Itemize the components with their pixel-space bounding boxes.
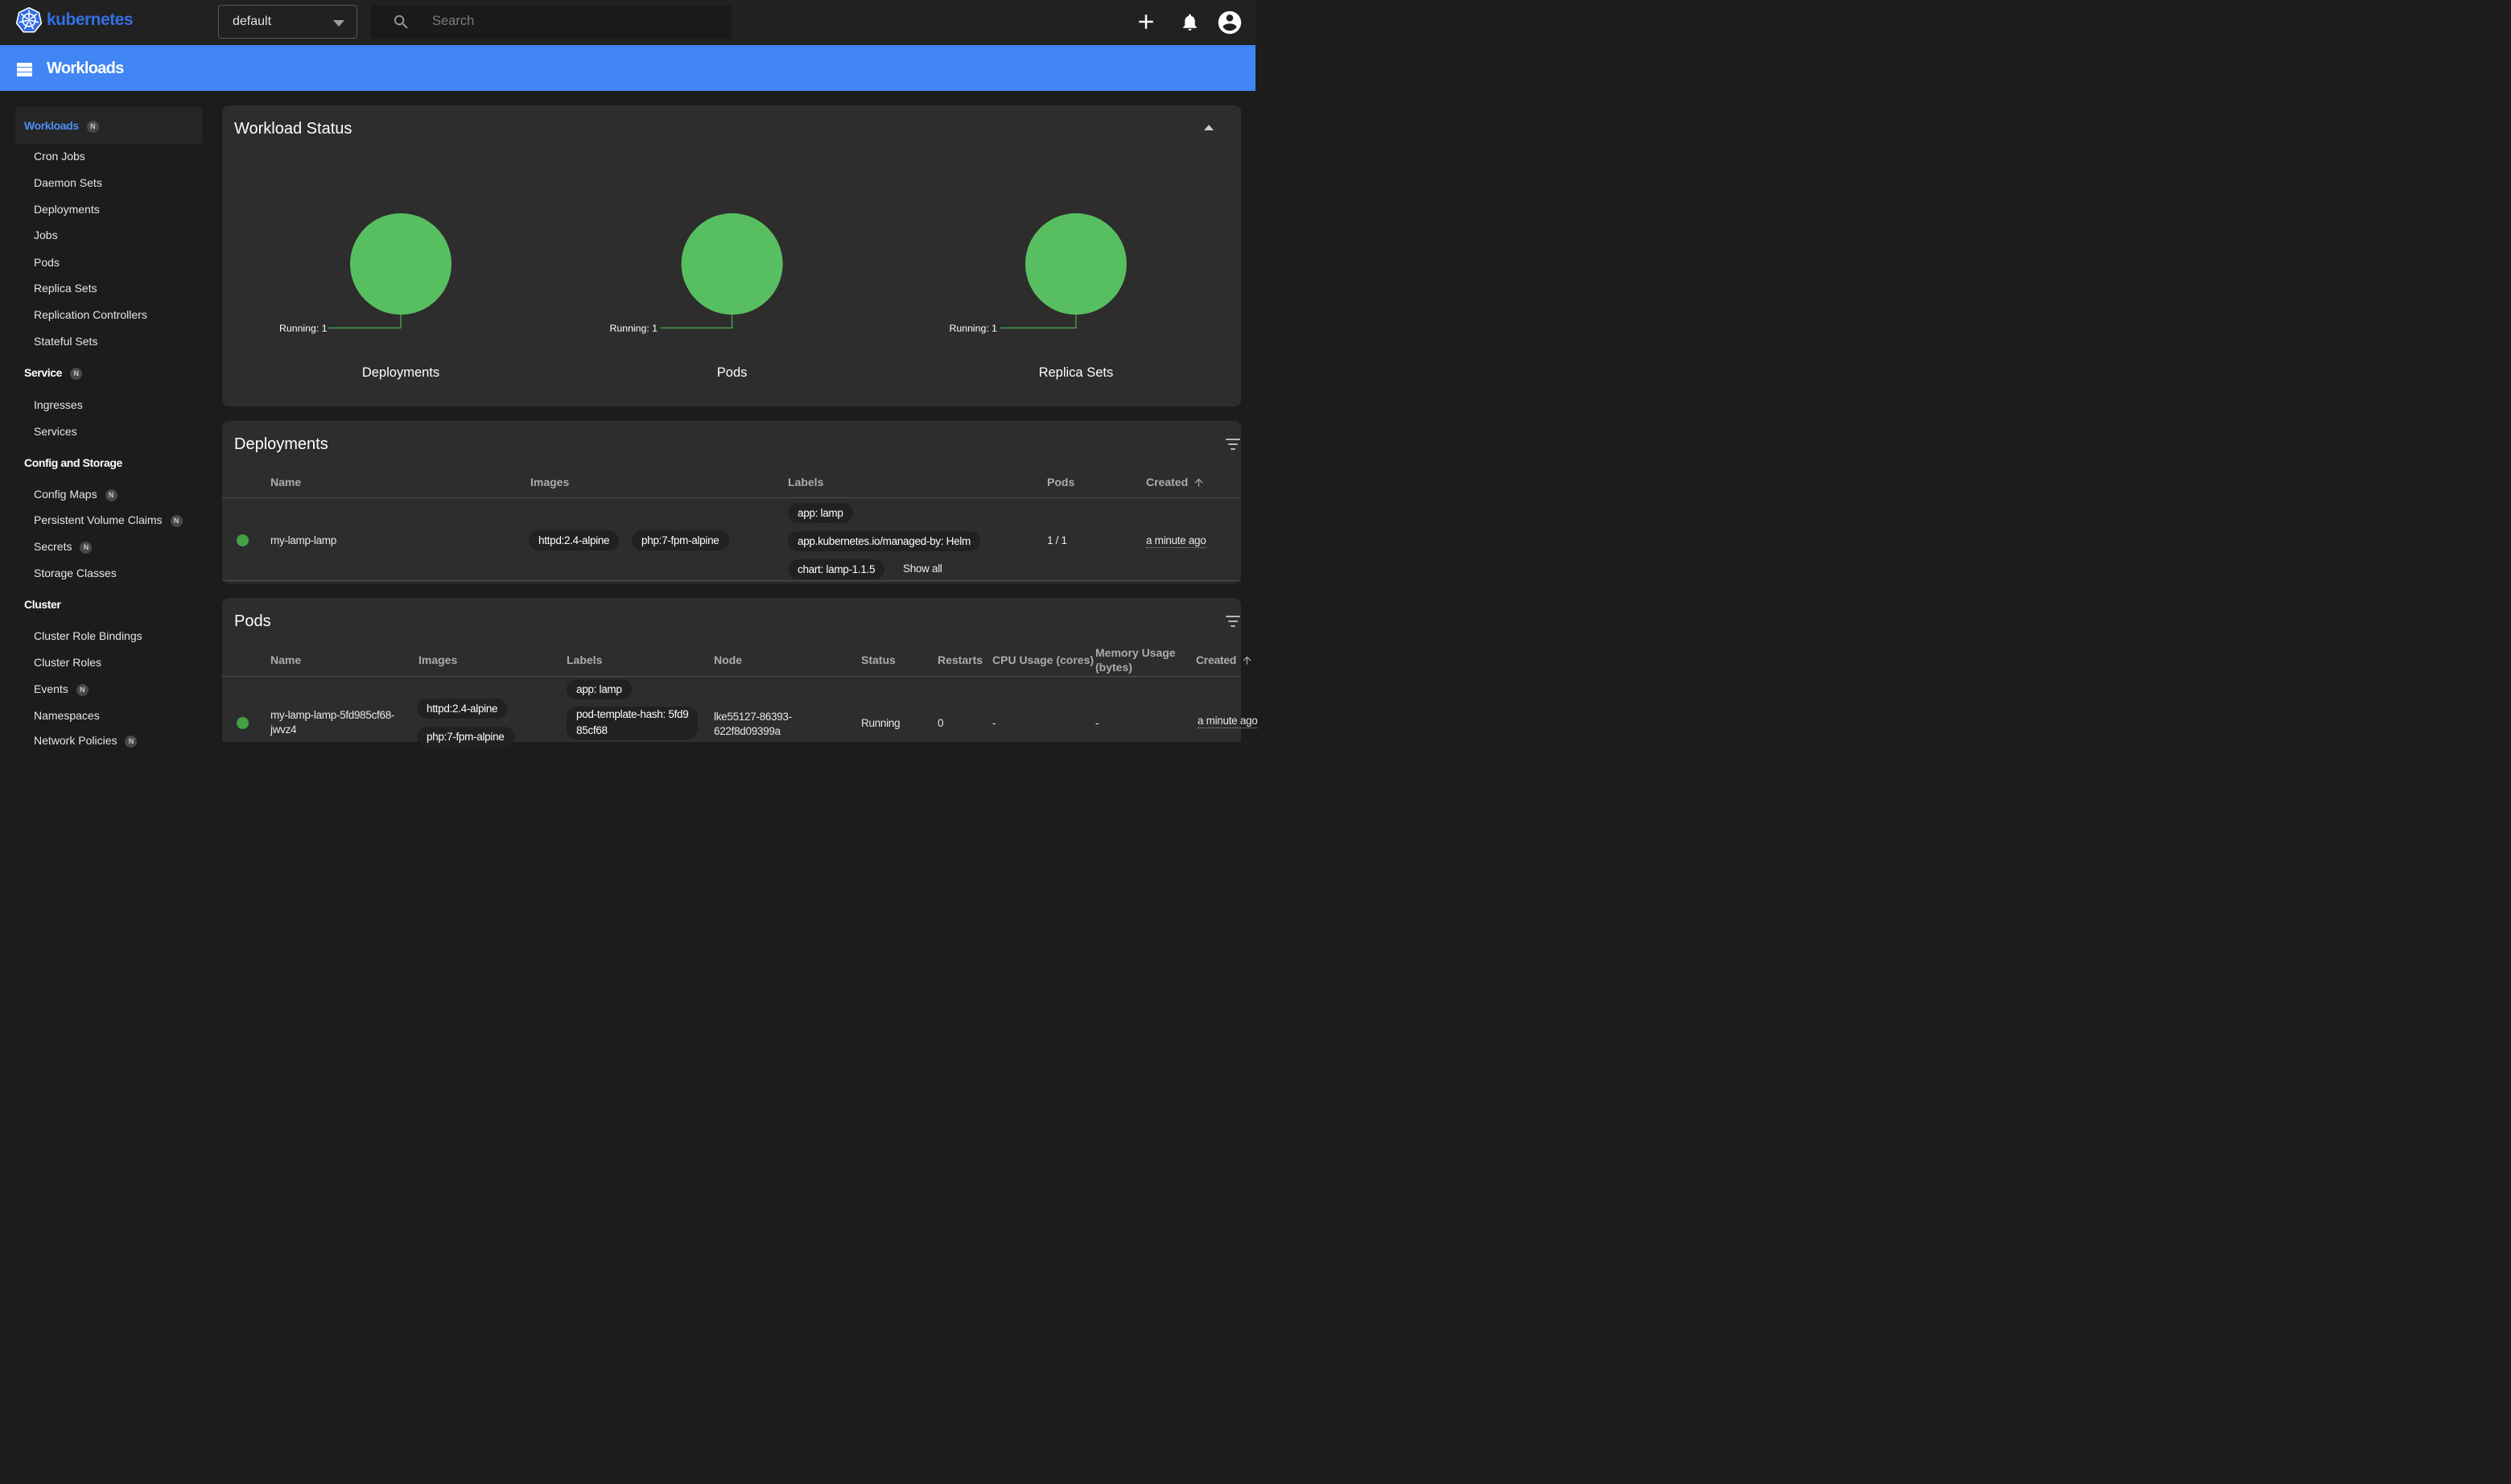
svg-text:Running: 1: Running: 1	[279, 323, 328, 334]
svg-text:Running: 1: Running: 1	[950, 323, 998, 334]
svg-text:Replica Sets: Replica Sets	[1039, 365, 1114, 380]
svg-text:Pods: Pods	[717, 365, 748, 380]
svg-text:Deployments: Deployments	[362, 365, 439, 380]
svg-text:Running: 1: Running: 1	[610, 323, 658, 334]
